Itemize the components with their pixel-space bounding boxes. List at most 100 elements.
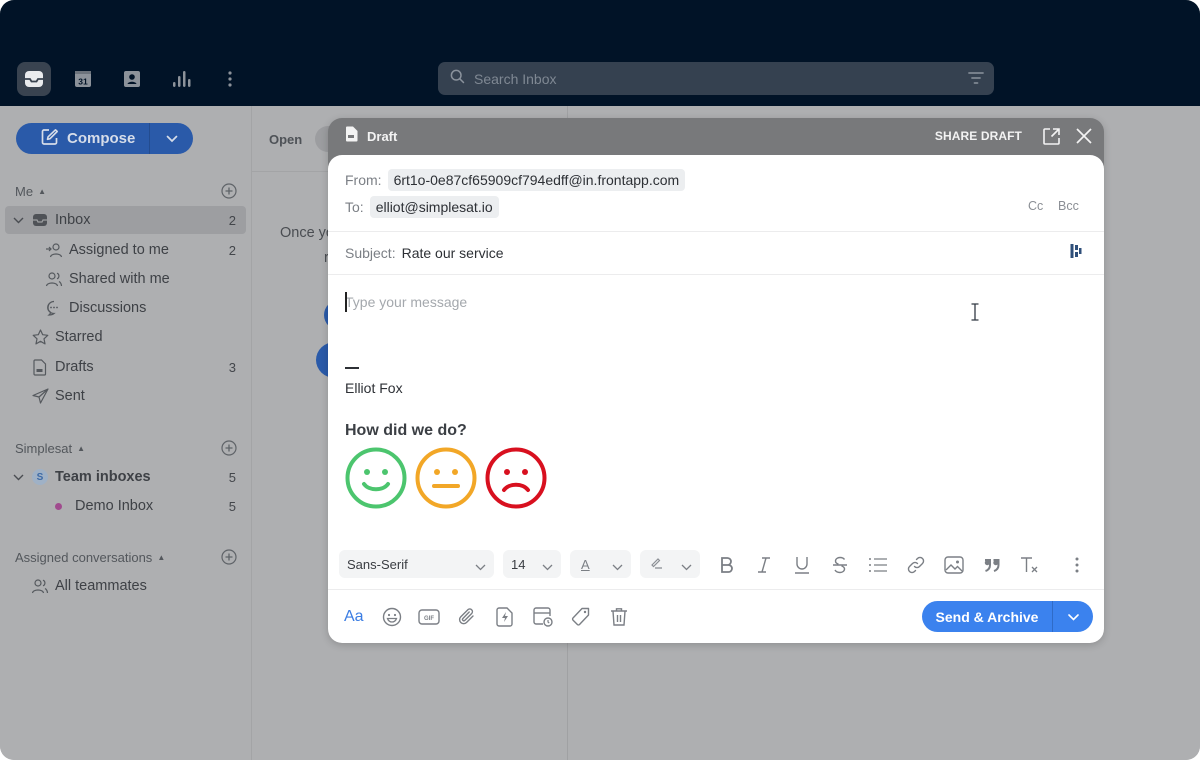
sidebar-item-label: All teammates [55, 578, 147, 594]
simplesat-icon[interactable] [1070, 243, 1082, 264]
quote-icon[interactable] [980, 553, 1004, 577]
caret-up-icon: ▲ [77, 444, 85, 453]
section-assigned-header[interactable]: Assigned conversations ▲ [15, 550, 165, 565]
image-icon[interactable] [942, 553, 966, 577]
send-archive-button[interactable]: Send & Archive [922, 601, 1053, 632]
sidebar-item-label: Starred [55, 329, 103, 345]
compose-dropdown-button[interactable] [150, 123, 193, 154]
divider [328, 274, 1104, 275]
compose-label: Compose [67, 130, 136, 147]
paperclip-icon[interactable] [455, 605, 479, 629]
sidebar-item-label: Sent [55, 388, 85, 404]
sidebar-item-label: Demo Inbox [75, 498, 154, 514]
text-color-select[interactable]: A [570, 550, 631, 578]
add-circle-icon[interactable] [221, 183, 237, 199]
sidebar-item-label: Inbox [55, 212, 91, 228]
caret-up-icon: ▲ [157, 553, 166, 562]
search-input[interactable]: Search Inbox [438, 62, 994, 95]
survey-faces [345, 447, 547, 514]
cc-button[interactable]: Cc [1028, 199, 1043, 213]
add-circle-icon[interactable] [221, 440, 237, 456]
sidebar-item-demo-inbox[interactable]: Demo Inbox 5 [5, 492, 246, 520]
link-icon[interactable] [904, 553, 928, 577]
survey-heading: How did we do? [345, 422, 467, 439]
bcc-button[interactable]: Bcc [1058, 199, 1079, 213]
draft-document-icon [31, 358, 49, 376]
to-label: To: [345, 199, 364, 215]
emoji-icon[interactable] [380, 605, 404, 629]
sidebar-item-inbox[interactable]: Inbox 2 [5, 206, 246, 234]
text-format-toggle[interactable]: Aa [344, 608, 364, 626]
sidebar-item-all-teammates[interactable]: All teammates [5, 572, 246, 600]
divider [328, 231, 1104, 232]
trash-icon[interactable] [607, 605, 631, 629]
status-filter-open[interactable]: Open [269, 132, 302, 147]
compose-button[interactable]: Compose [16, 123, 150, 154]
composer-title: Draft [367, 129, 398, 144]
send-later-icon[interactable] [531, 605, 555, 629]
search-placeholder: Search Inbox [474, 70, 557, 87]
send-options-dropdown[interactable] [1053, 601, 1093, 632]
message-input[interactable]: Type your message [345, 294, 467, 310]
more-vertical-icon [227, 70, 233, 88]
strikethrough-icon[interactable] [828, 553, 852, 577]
chat-bubble-icon [45, 299, 63, 317]
sidebar-item-shared-with-me[interactable]: Shared with me [5, 265, 246, 293]
add-circle-icon[interactable] [221, 549, 237, 565]
underline-icon[interactable] [790, 553, 814, 577]
from-row: From: 6rt1o-0e87cf65909cf794edff@in.fron… [345, 169, 686, 191]
share-draft-button[interactable]: SHARE DRAFT [935, 129, 1022, 143]
nav-inbox-button[interactable] [17, 62, 51, 96]
sidebar-item-team-inboxes[interactable]: S Team inboxes 5 [5, 463, 246, 491]
compose-pencil-icon [41, 128, 59, 150]
subject-field[interactable]: Subject: Rate our service [345, 245, 504, 261]
font-family-value: Sans-Serif [347, 556, 408, 572]
chevron-down-icon [612, 559, 623, 574]
sidebar-item-assigned-to-me[interactable]: Assigned to me 2 [5, 236, 246, 264]
inbox-tray-icon [31, 211, 49, 229]
sad-face-icon[interactable] [485, 447, 547, 514]
highlight-color-select[interactable] [640, 550, 700, 578]
popout-icon[interactable] [1042, 127, 1061, 151]
sidebar-item-starred[interactable]: Starred [5, 323, 246, 351]
users-icon [31, 577, 49, 595]
close-icon[interactable] [1075, 127, 1093, 150]
happy-face-icon[interactable] [345, 447, 407, 514]
from-address-chip[interactable]: 6rt1o-0e87cf65909cf794edff@in.frontapp.c… [387, 169, 686, 191]
sidebar-item-drafts[interactable]: Drafts 3 [5, 353, 246, 381]
empty-state-text: Once yo [280, 225, 334, 241]
svg-text:31: 31 [78, 77, 88, 87]
nav-contacts-button[interactable] [115, 62, 149, 96]
section-me-header[interactable]: Me ▲ [15, 184, 46, 199]
section-simplesat-header[interactable]: Simplesat ▲ [15, 441, 85, 456]
chevron-down-icon [166, 130, 178, 148]
sidebar-item-sent[interactable]: Sent [5, 382, 246, 410]
tag-icon[interactable] [569, 605, 593, 629]
users-icon [45, 270, 63, 288]
font-family-select[interactable]: Sans-Serif [339, 550, 494, 578]
chevron-down-icon[interactable] [13, 470, 27, 484]
nav-calendar-button[interactable]: 31 [66, 62, 100, 96]
to-row: To: elliot@simplesat.io [345, 196, 499, 218]
filter-icon[interactable] [968, 71, 984, 90]
nav-more-button[interactable] [213, 62, 247, 96]
chevron-down-icon[interactable] [13, 213, 27, 227]
to-recipient-chip[interactable]: elliot@simplesat.io [369, 196, 499, 218]
caret-up-icon: ▲ [38, 187, 46, 196]
font-size-select[interactable]: 14 [503, 550, 561, 578]
neutral-face-icon[interactable] [415, 447, 477, 514]
bulleted-list-icon[interactable] [866, 553, 890, 577]
section-me-title: Me [15, 184, 34, 199]
font-size-value: 14 [511, 556, 526, 572]
gif-icon[interactable]: GIF [417, 605, 441, 629]
subject-value: Rate our service [401, 245, 504, 261]
nav-analytics-button[interactable] [164, 62, 198, 96]
italic-icon[interactable] [752, 553, 776, 577]
canned-response-icon[interactable] [493, 605, 517, 629]
bold-icon[interactable] [715, 553, 739, 577]
sidebar-item-discussions[interactable]: Discussions [5, 294, 246, 322]
compose-button-group: Compose [16, 123, 193, 154]
more-vertical-icon[interactable] [1065, 553, 1089, 577]
sidebar-item-label: Assigned to me [69, 242, 169, 258]
clear-formatting-icon[interactable] [1018, 553, 1042, 577]
